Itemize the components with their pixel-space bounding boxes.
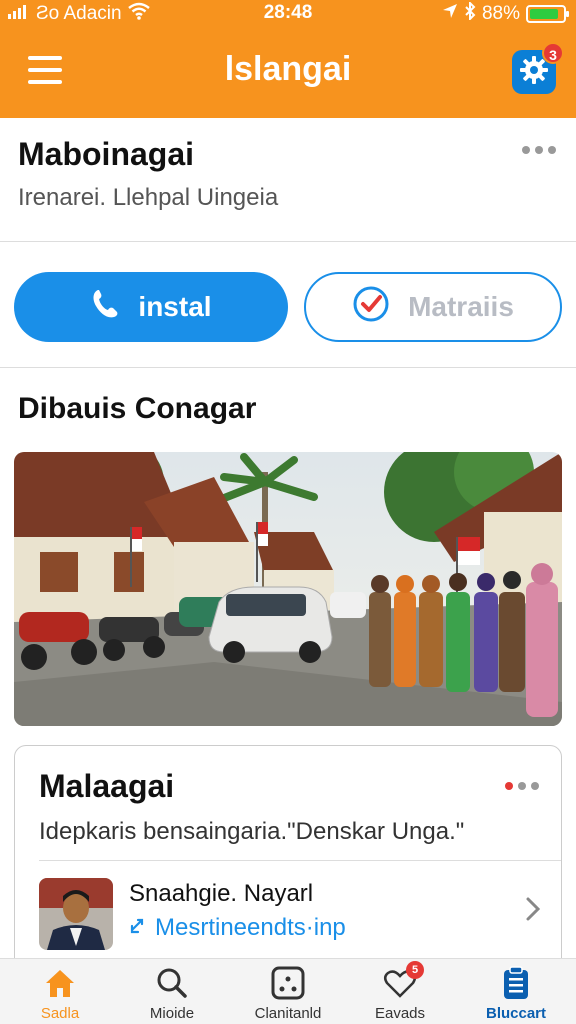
card-description: Idepkaris bensaingaria."Denskar Unga." [39, 818, 465, 845]
card-more-icon[interactable] [505, 782, 539, 790]
clipboard-icon [498, 965, 534, 1001]
link-icon [129, 914, 147, 942]
search-icon [154, 965, 190, 1001]
favorites-badge: 5 [406, 961, 424, 979]
card-title: Malaagai [39, 768, 175, 804]
settings-button[interactable]: 3 [512, 42, 564, 94]
nav-item-search[interactable]: Mioide [122, 965, 222, 1024]
action-row: instal Matraiis [0, 242, 576, 368]
battery-icon [526, 5, 569, 23]
app-bar: lslangai 3 [0, 28, 576, 118]
status-right: 88% [442, 0, 569, 26]
profile-subtitle: Irenarei. Llehpal Uingeia [18, 184, 279, 211]
bluetooth-icon [464, 0, 476, 26]
more-options-icon[interactable] [522, 146, 556, 154]
card-user-link[interactable]: Mesrtineendts·inp [129, 914, 346, 942]
home-icon [42, 965, 78, 1001]
profile-name: Maboinagai [18, 136, 195, 172]
post-card[interactable]: Malaagai Idepkaris bensaingaria."Denskar… [14, 745, 562, 985]
battery-percent: 88% [481, 3, 520, 24]
section-title: Dibauis Conagar [18, 392, 257, 425]
check-circle-icon [352, 285, 390, 330]
card-user-link-text: Mesrtineendts·inp [155, 914, 346, 941]
phone-icon [90, 287, 122, 328]
nav-label-home: Sadla [40, 1005, 80, 1022]
location-icon [442, 3, 458, 25]
heart-icon: 5 [382, 961, 424, 1001]
matraiis-button[interactable]: Matraiis [304, 272, 562, 342]
status-bar: Ƨo Adacin 28:48 88% [0, 0, 576, 28]
dice-icon [270, 965, 306, 1001]
top-bar: Ƨo Adacin 28:48 88% lslangai 3 [0, 0, 576, 118]
nav-item-bluccart[interactable]: Bluccart [466, 965, 566, 1024]
nav-label-search: Mioide [149, 1005, 195, 1022]
install-button[interactable]: instal [14, 272, 288, 342]
bottom-navigation: Sadla Mioide Clanitanld 5 Eavads Bluccar… [0, 958, 576, 1024]
card-user-row[interactable]: Snaahgie. Nayarl Mesrtineendts·inp [39, 874, 561, 954]
matraiis-button-label: Matraiis [408, 291, 514, 322]
install-button-label: instal [138, 291, 212, 322]
street-scene-photo[interactable] [14, 452, 562, 726]
avatar [39, 878, 113, 950]
card-user-name: Snaahgie. Nayarl [129, 880, 314, 907]
nav-item-home[interactable]: Sadla [10, 965, 110, 1024]
app-title: lslangai [224, 50, 352, 88]
profile-header: Maboinagai Irenarei. Llehpal Uingeia [0, 118, 576, 242]
notification-badge: 3 [542, 42, 564, 64]
nav-label-favorites: Eavads [374, 1005, 426, 1022]
nav-item-favorites[interactable]: 5 Eavads [350, 961, 450, 1024]
chevron-right-icon[interactable] [525, 896, 541, 929]
battery-fill [530, 9, 558, 19]
nav-label-bluccart: Bluccart [485, 1005, 547, 1022]
nav-item-clanitanld[interactable]: Clanitanld [238, 965, 338, 1024]
nav-label-clanitanld: Clanitanld [254, 1005, 322, 1022]
card-divider [39, 860, 561, 861]
